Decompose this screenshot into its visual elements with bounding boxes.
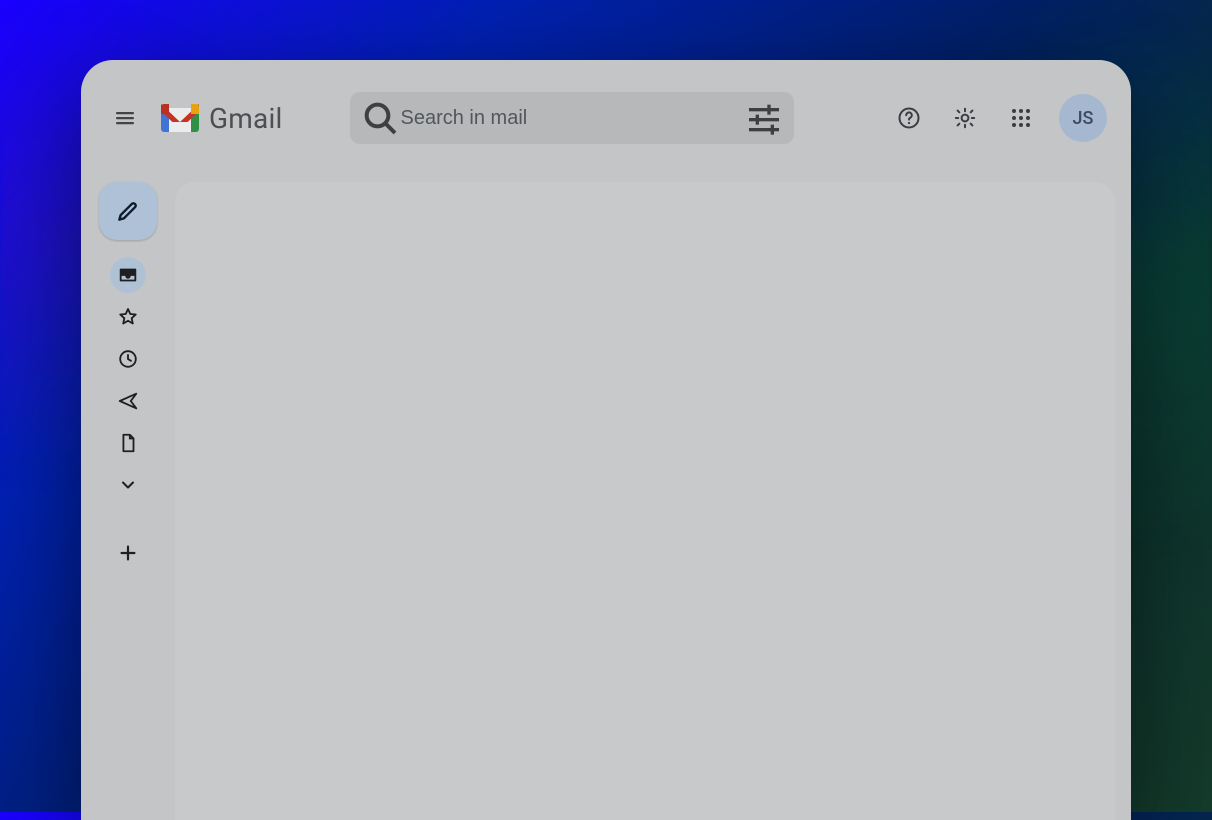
help-icon (897, 106, 921, 130)
inbox-icon (117, 264, 139, 286)
gmail-window: Gmail (81, 60, 1131, 820)
content-panel (175, 182, 1115, 820)
nav-snoozed[interactable] (110, 341, 146, 377)
chevron-down-icon (118, 475, 138, 495)
send-icon (117, 390, 139, 412)
pencil-icon (115, 198, 141, 224)
search-options-button[interactable] (744, 98, 784, 138)
gmail-logo-icon (161, 104, 199, 132)
main-menu-button[interactable] (101, 94, 149, 142)
document-icon (117, 432, 139, 454)
gear-icon (953, 106, 977, 130)
plus-icon (117, 542, 139, 564)
hamburger-icon (113, 106, 137, 130)
tune-icon (744, 98, 784, 138)
search-icon (360, 98, 400, 138)
gmail-logo[interactable]: Gmail (161, 102, 282, 135)
new-label-button[interactable] (110, 535, 146, 571)
app-header: Gmail (81, 60, 1131, 176)
app-body (81, 176, 1131, 820)
nav-drafts[interactable] (110, 425, 146, 461)
support-button[interactable] (885, 94, 933, 142)
google-apps-button[interactable] (997, 94, 1045, 142)
header-actions: JS (885, 94, 1107, 142)
account-avatar[interactable]: JS (1059, 94, 1107, 142)
nav-more[interactable] (110, 467, 146, 503)
settings-button[interactable] (941, 94, 989, 142)
search-input[interactable] (400, 107, 744, 130)
nav-rail (81, 182, 175, 820)
compose-button[interactable] (99, 182, 157, 240)
product-name: Gmail (209, 102, 282, 135)
avatar-initials: JS (1073, 108, 1094, 129)
nav-sent[interactable] (110, 383, 146, 419)
apps-grid-icon (1009, 106, 1033, 130)
clock-icon (117, 348, 139, 370)
nav-inbox[interactable] (110, 257, 146, 293)
search-bar (350, 92, 794, 144)
star-icon (117, 306, 139, 328)
nav-starred[interactable] (110, 299, 146, 335)
search-button[interactable] (360, 98, 400, 138)
